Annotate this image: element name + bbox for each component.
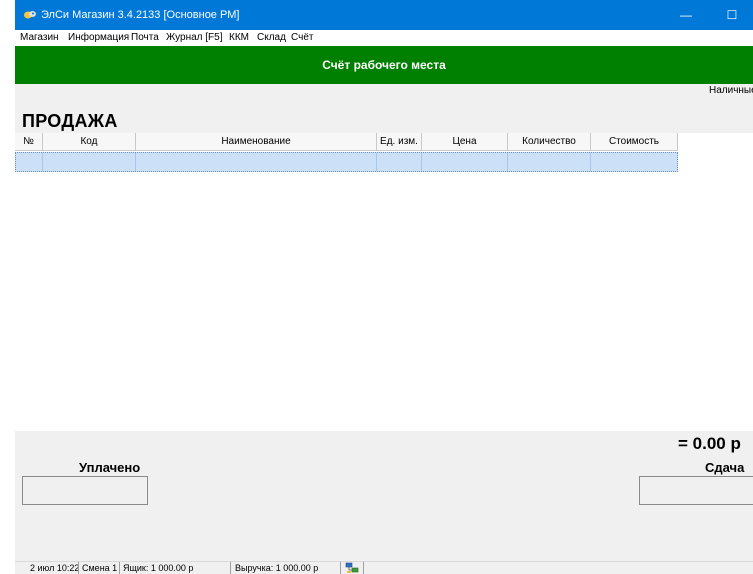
status-drawer: Ящик: 1 000.00 р [123,563,194,573]
column-header-name[interactable]: Наименование [136,133,377,151]
paid-field[interactable] [22,476,148,505]
cell-number [16,153,43,171]
table-header: № Код Наименование Ед. изм. Цена Количес… [15,133,678,151]
maximize-button[interactable]: ☐ [709,0,753,30]
minimize-button[interactable]: — [663,0,709,30]
menu-bar: Магазин Информация Почта Журнал [F5] ККМ… [15,30,753,46]
window-title: ЭлСи Магазин 3.4.2133 [Основное РМ] [41,9,240,21]
cell-code [43,153,136,171]
paid-label: Уплачено [79,460,141,475]
column-header-quantity[interactable]: Количество [508,133,591,151]
cell-name [136,153,377,171]
menu-item-warehouse[interactable]: Склад [257,32,286,43]
column-header-number[interactable]: № [15,133,43,151]
status-bar: 2 июл 10:22 Смена 1 Ящик: 1 000.00 р Выр… [15,561,753,574]
column-header-cost[interactable]: Стоимость [591,133,678,151]
column-header-code[interactable]: Код [43,133,136,151]
cell-price [422,153,508,171]
status-separator [340,562,341,574]
table-row[interactable] [15,152,678,172]
payment-type-label[interactable]: Наличные [709,85,753,96]
sales-table[interactable]: № Код Наименование Ед. изм. Цена Количес… [15,133,753,431]
cell-unit [377,153,422,171]
page-title: ПРОДАЖА [22,111,118,131]
total-amount: = 0.00 р [678,434,741,453]
change-label: Сдача [705,460,745,475]
desktop-edge [0,0,15,574]
workplace-banner: Счёт рабочего места [15,46,753,84]
column-header-unit[interactable]: Ед. изм. [377,133,422,151]
cell-quantity [508,153,591,171]
menu-item-shop[interactable]: Магазин [20,32,59,43]
column-header-price[interactable]: Цена [422,133,508,151]
menu-item-mail[interactable]: Почта [131,32,159,43]
menu-item-kkm[interactable]: ККМ [229,32,249,43]
status-datetime: 2 июл 10:22 [30,563,80,573]
network-icon[interactable] [345,562,359,574]
title-bar[interactable]: ЭлСи Магазин 3.4.2133 [Основное РМ] — ☐ … [15,0,753,30]
app-window: ЭлСи Магазин 3.4.2133 [Основное РМ] — ☐ … [15,0,753,574]
status-separator [78,562,79,574]
status-separator [119,562,120,574]
banner-title: Счёт рабочего места [322,58,446,72]
status-revenue: Выручка: 1 000.00 р [235,563,319,573]
status-shift: Смена 1 [82,563,118,573]
cell-cost [591,153,677,171]
menu-item-info[interactable]: Информация [68,32,129,43]
status-separator [230,562,231,574]
totals-panel: = 0.00 р Уплачено Сдача [15,431,753,561]
app-icon [24,11,36,19]
change-field [639,476,753,505]
menu-item-journal[interactable]: Журнал [F5] [166,32,223,43]
status-separator [363,562,364,574]
menu-item-invoice[interactable]: Счёт [291,32,313,43]
